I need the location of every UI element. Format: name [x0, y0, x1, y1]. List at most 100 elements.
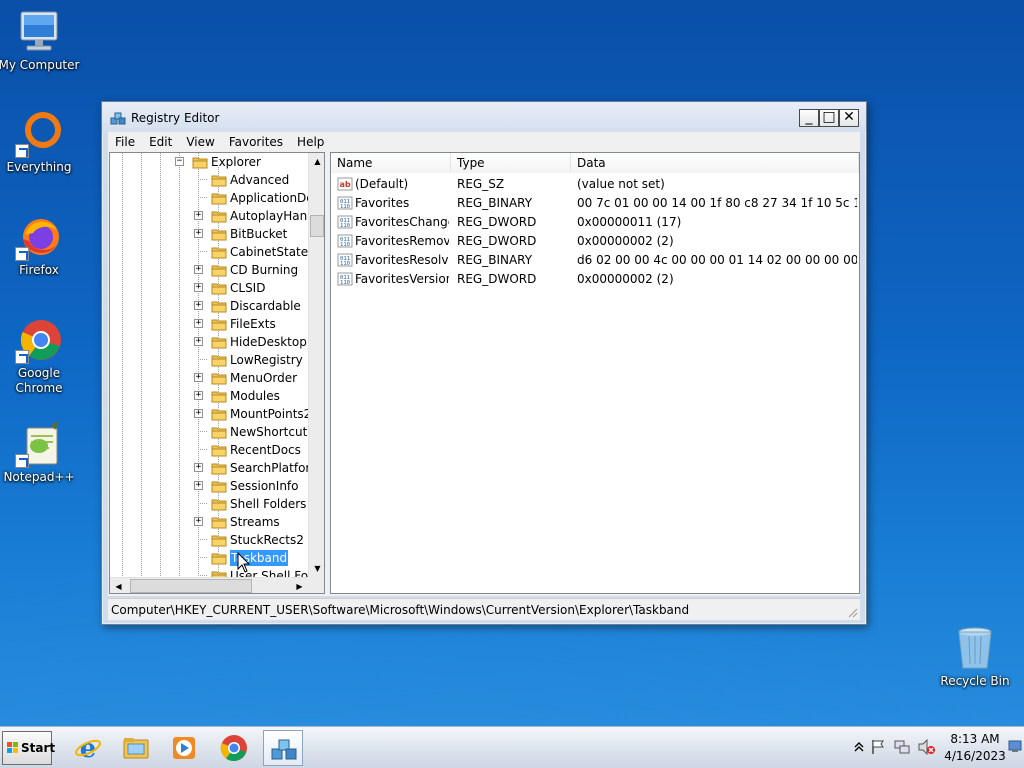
- value-row[interactable]: ab (Default) REG_SZ (value not set): [331, 174, 859, 193]
- scroll-right-arrow-icon[interactable]: ▶: [291, 578, 308, 593]
- taskbar-file-explorer[interactable]: [116, 730, 156, 766]
- expand-toggle-icon[interactable]: +: [194, 265, 203, 274]
- desktop-icon-recycle-bin[interactable]: Recycle Bin: [932, 624, 1018, 689]
- tree-node[interactable]: + Modules: [110, 387, 310, 405]
- tree-node-label: MenuOrder: [230, 371, 298, 385]
- tree-node[interactable]: Taskband: [110, 549, 310, 567]
- desktop-icon-notepad-plus-plus[interactable]: Notepad++: [0, 420, 82, 485]
- expand-toggle-icon[interactable]: +: [194, 373, 203, 382]
- tree-node[interactable]: NewShortcutH: [110, 423, 316, 441]
- recycle-bin-icon: [951, 624, 999, 672]
- column-header-type[interactable]: Type: [451, 153, 571, 173]
- tree-node[interactable]: + HideDesktopIc: [110, 333, 317, 351]
- expand-toggle-icon[interactable]: +: [194, 337, 203, 346]
- tree-node[interactable]: LowRegistry: [110, 351, 310, 369]
- folder-icon: [211, 550, 227, 566]
- desktop-icon-firefox[interactable]: Firefox: [0, 213, 82, 278]
- expand-toggle-icon[interactable]: +: [194, 211, 203, 220]
- expand-toggle-icon[interactable]: +: [194, 301, 203, 310]
- value-row[interactable]: 011 110 FavoritesResolve REG_BINARY d6 02 00…: [331, 250, 859, 269]
- expand-toggle-icon[interactable]: +: [194, 319, 203, 328]
- desktop-icon-google-chrome[interactable]: Google Chrome: [0, 316, 82, 396]
- tree-node[interactable]: + FileExts: [110, 315, 310, 333]
- tree-node[interactable]: + SearchPlatform: [110, 459, 322, 477]
- resize-grip-icon[interactable]: [846, 606, 858, 618]
- tree-node[interactable]: + CLSID: [110, 279, 310, 297]
- desktop-icon-everything[interactable]: Everything: [0, 110, 82, 175]
- tree-node[interactable]: Advanced: [110, 171, 310, 189]
- tree-node[interactable]: Shell Folders: [110, 495, 310, 513]
- action-center-flag-icon[interactable]: [870, 739, 886, 755]
- minimize-button[interactable]: _: [799, 109, 819, 127]
- expand-toggle-icon[interactable]: +: [194, 517, 203, 526]
- scroll-up-arrow-icon[interactable]: ▲: [309, 153, 324, 170]
- clock-time[interactable]: 8:13 AM: [944, 732, 1006, 746]
- expand-toggle-icon[interactable]: +: [194, 409, 203, 418]
- tree-node[interactable]: CabinetState: [110, 243, 310, 261]
- expand-toggle-icon[interactable]: +: [194, 481, 203, 490]
- shortcut-arrow-icon: [15, 350, 29, 364]
- scrollbar-thumb[interactable]: [310, 215, 324, 237]
- close-button[interactable]: ✕: [839, 109, 859, 127]
- taskbar-internet-explorer[interactable]: e: [68, 730, 108, 766]
- taskbar-registry-editor[interactable]: [263, 730, 303, 766]
- value-row[interactable]: 011110FavoritesRemov... REG_DWORD 0x000000…: [331, 231, 859, 250]
- expand-toggle-icon[interactable]: +: [194, 463, 203, 472]
- tree-node[interactable]: + Streams: [110, 513, 310, 531]
- tree-node-label: CLSID: [230, 281, 266, 295]
- show-desktop-icon[interactable]: [1008, 739, 1022, 753]
- tree-node[interactable]: + SessionInfo: [110, 477, 310, 495]
- collapse-toggle-icon[interactable]: −: [175, 157, 184, 166]
- show-hidden-icons-chevron-icon[interactable]: [854, 741, 864, 753]
- binary-value-icon: 011 110: [337, 233, 353, 249]
- folder-icon: [211, 208, 227, 224]
- column-header-name[interactable]: Name: [331, 153, 451, 173]
- tree-node[interactable]: + AutoplayHand: [110, 207, 315, 225]
- clock-date[interactable]: 4/16/2023: [944, 749, 1006, 763]
- binary-value-icon: 011 110: [337, 195, 353, 211]
- folder-icon: [211, 172, 227, 188]
- taskbar-chrome[interactable]: [214, 730, 254, 766]
- volume-muted-icon[interactable]: [918, 739, 936, 755]
- tree-node[interactable]: StuckRects2: [110, 531, 310, 549]
- tree-node[interactable]: + CD Burning: [110, 261, 310, 279]
- value-row[interactable]: 011 110 FavoritesVersion REG_DWORD 0x0000000…: [331, 269, 859, 288]
- title-bar[interactable]: Registry Editor _ □ ✕: [102, 102, 866, 132]
- tree-node[interactable]: + Discardable: [110, 297, 310, 315]
- scroll-down-arrow-icon[interactable]: ▼: [309, 560, 324, 577]
- menu-file[interactable]: File: [108, 135, 142, 149]
- scroll-left-arrow-icon[interactable]: ◀: [110, 578, 127, 593]
- registry-tree[interactable]: − Explorer Advanced ApplicationDes + Autoplay…: [109, 152, 325, 594]
- tree-node[interactable]: + MenuOrder: [110, 369, 310, 387]
- value-name: (Default): [355, 177, 409, 191]
- expand-toggle-icon[interactable]: +: [194, 229, 203, 238]
- tree-horizontal-scrollbar[interactable]: ◀ ▶: [110, 577, 308, 593]
- tree-node-label: RecentDocs: [230, 443, 301, 457]
- desktop-icon-my-computer[interactable]: My Computer: [0, 8, 82, 73]
- tree-node[interactable]: RecentDocs: [110, 441, 310, 459]
- tree-node[interactable]: + BitBucket: [110, 225, 310, 243]
- expand-toggle-icon[interactable]: +: [194, 283, 203, 292]
- start-button[interactable]: Start: [2, 731, 55, 765]
- tree-node-explorer[interactable]: − Explorer: [110, 153, 310, 171]
- mouse-cursor-icon: [237, 552, 251, 573]
- value-row[interactable]: 011 110 Favorites REG_BINARY 00 7c 01 00 00 …: [331, 193, 859, 212]
- menu-edit[interactable]: Edit: [142, 135, 179, 149]
- tree-node-label: MountPoints2: [230, 407, 312, 421]
- menu-help[interactable]: Help: [290, 135, 331, 149]
- value-type: REG_BINARY: [457, 196, 533, 210]
- tree-vertical-scrollbar[interactable]: ▲ ▼: [308, 153, 324, 577]
- value-row[interactable]: 011110FavoritesChanges REG_DWORD 0x0000001…: [331, 212, 859, 231]
- menu-favorites[interactable]: Favorites: [222, 135, 290, 149]
- values-list[interactable]: Name Type Data ab (Default) REG_SZ (value n…: [330, 152, 860, 594]
- menu-bar: File Edit View Favorites Help: [108, 132, 860, 152]
- menu-view[interactable]: View: [179, 135, 221, 149]
- network-icon[interactable]: [894, 739, 910, 755]
- tree-node[interactable]: ApplicationDes: [110, 189, 320, 207]
- scrollbar-thumb[interactable]: [130, 579, 252, 593]
- maximize-button[interactable]: □: [819, 109, 839, 127]
- tree-node[interactable]: + MountPoints2: [110, 405, 312, 423]
- expand-toggle-icon[interactable]: +: [194, 391, 203, 400]
- column-header-data[interactable]: Data: [571, 153, 859, 173]
- taskbar-media-player[interactable]: [164, 730, 204, 766]
